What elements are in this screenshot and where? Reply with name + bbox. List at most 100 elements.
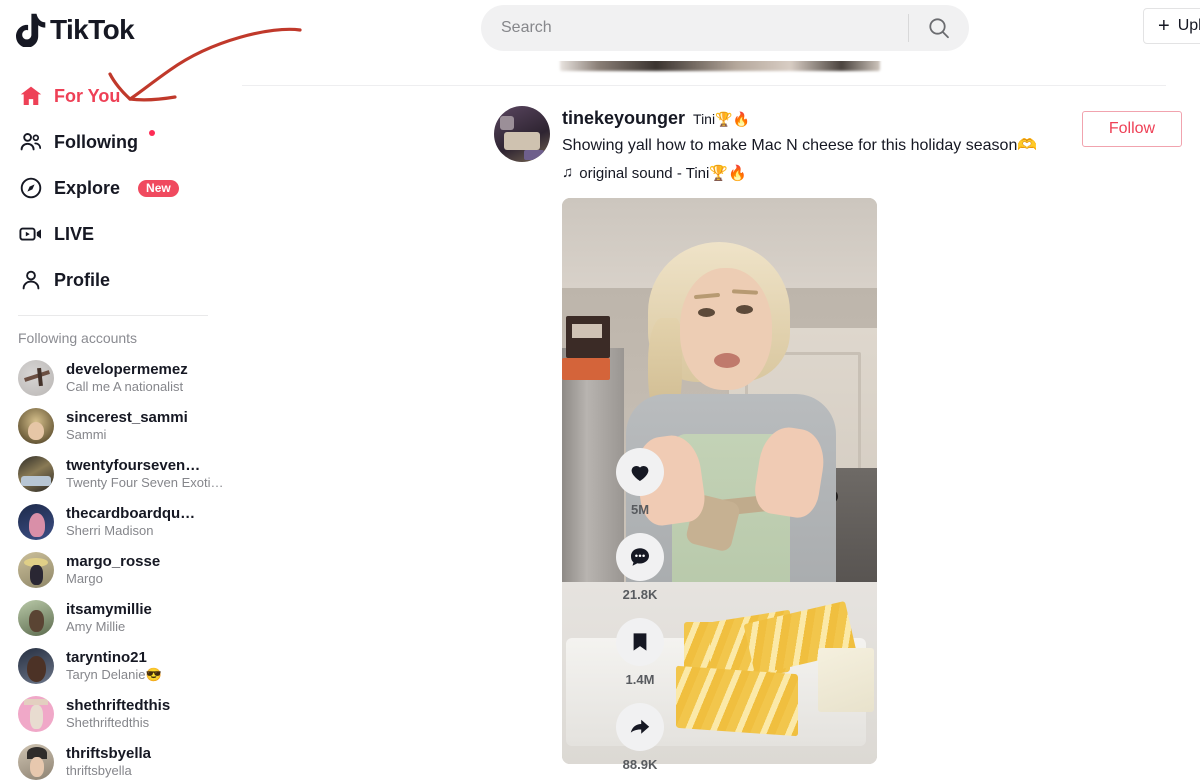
video-row: 5M 21.8K 1.4M 88.9K <box>242 197 1200 772</box>
people-icon <box>18 129 44 155</box>
account-display-name: Amy Millie <box>66 619 126 635</box>
avatar <box>18 360 54 396</box>
list-item[interactable]: twentyfourseven… Twenty Four Seven Exoti… <box>0 450 240 498</box>
heart-icon <box>631 465 649 481</box>
plus-icon: + <box>1158 15 1170 37</box>
bookmark-icon <box>633 632 647 651</box>
avatar <box>18 408 54 444</box>
sidebar-item-for-you[interactable]: For You <box>0 73 240 119</box>
comment-button[interactable] <box>616 532 664 581</box>
avatar <box>18 504 54 540</box>
account-username: taryntino21 <box>66 648 147 666</box>
like-count: 5M <box>630 501 650 517</box>
account-display-name: Shethriftedthis <box>66 715 150 731</box>
tiktok-logo[interactable]: TikTok <box>16 8 135 52</box>
previous-video-thumbnail <box>560 61 880 71</box>
avatar <box>18 600 54 636</box>
sidebar-item-live[interactable]: LIVE <box>0 211 240 257</box>
video-person-brow-right <box>731 288 759 295</box>
video-person-eye-left <box>698 307 715 317</box>
list-item[interactable]: shethriftedthis Shethriftedthis <box>0 690 240 738</box>
search-button[interactable] <box>909 6 969 50</box>
search-input[interactable] <box>481 6 908 50</box>
comment-action[interactable]: 21.8K <box>616 532 664 602</box>
account-display-name: thriftsbyella <box>66 763 132 779</box>
comment-count: 21.8K <box>622 586 658 602</box>
avatar <box>18 456 54 492</box>
account-username: developermemez <box>66 360 188 378</box>
follow-button[interactable]: Follow <box>1082 111 1182 147</box>
list-item[interactable]: thriftsbyella thriftsbyella <box>0 738 240 782</box>
sidebar-item-explore[interactable]: Explore New <box>0 165 240 211</box>
avatar <box>18 552 54 588</box>
sidebar-label-explore: Explore <box>54 177 121 198</box>
music-title: original sound - Tini🏆🔥 <box>579 164 747 182</box>
avatar <box>18 696 54 732</box>
video-cheese-block-white <box>818 647 874 712</box>
account-display-name: Call me A nationalist <box>66 379 184 395</box>
search-icon <box>929 18 949 39</box>
list-item[interactable]: taryntino21 Taryn Delanie😎 <box>0 642 240 690</box>
video-action-bar: 5M 21.8K 1.4M 88.9K <box>616 447 664 772</box>
video-feed: tinekeyounger Tini🏆🔥 Showing yall how to… <box>240 61 1200 782</box>
post-music[interactable]: ♫ original sound - Tini🏆🔥 <box>562 164 1200 182</box>
account-username: shethriftedthis <box>66 696 171 714</box>
share-button[interactable] <box>616 702 664 751</box>
video-cheese-block-front <box>676 665 798 736</box>
like-action[interactable]: 5M <box>616 447 664 517</box>
tiktok-note-icon <box>16 13 46 47</box>
search-bar[interactable] <box>481 5 969 51</box>
upload-button[interactable]: + Upload <box>1143 8 1200 44</box>
share-count: 88.9K <box>622 756 658 772</box>
explore-new-badge: New <box>138 179 179 197</box>
sidebar-label-following: Following <box>54 131 138 152</box>
video-person-eye-right <box>736 304 753 314</box>
home-icon <box>18 83 44 109</box>
list-item[interactable]: developermemez Call me A nationalist <box>0 354 240 402</box>
avatar <box>18 744 54 780</box>
sidebar-item-profile[interactable]: Profile <box>0 257 240 303</box>
account-display-name: Twenty Four Seven Exoti… <box>66 475 224 491</box>
account-display-name: Taryn Delanie😎 <box>66 667 162 683</box>
account-display-name: Sammi <box>66 427 107 443</box>
post-username[interactable]: tinekeyounger <box>562 108 685 129</box>
account-username: thecardboardqu… <box>66 504 196 522</box>
share-action[interactable]: 88.9K <box>616 702 664 772</box>
sidebar-item-following[interactable]: Following <box>0 119 240 165</box>
following-notification-dot <box>148 130 155 136</box>
list-item[interactable]: itsamymillie Amy Millie <box>0 594 240 642</box>
person-icon <box>18 267 44 293</box>
list-item[interactable]: thecardboardqu… Sherri Madison <box>0 498 240 546</box>
account-username: twentyfourseven… <box>66 456 201 474</box>
music-note-icon: ♫ <box>562 164 574 182</box>
following-accounts-title: Following accounts <box>18 330 138 346</box>
top-bar: TikTok + Upload <box>0 0 1200 61</box>
sidebar-label-profile: Profile <box>54 269 111 290</box>
sidebar-label-for-you: For You <box>54 85 121 106</box>
list-item[interactable]: margo_rosse Margo <box>0 546 240 594</box>
list-item[interactable]: sincerest_sammi Sammi <box>0 402 240 450</box>
live-video-icon <box>18 221 44 247</box>
like-button[interactable] <box>616 447 664 496</box>
bookmark-action[interactable]: 1.4M <box>616 617 664 687</box>
compass-icon <box>18 175 44 201</box>
logo-text: TikTok <box>50 14 135 45</box>
avatar[interactable] <box>494 106 550 162</box>
share-arrow-icon <box>630 719 650 734</box>
feed-post: tinekeyounger Tini🏆🔥 Showing yall how to… <box>240 86 1200 772</box>
video-orange-object <box>562 357 610 380</box>
account-display-name: Sherri Madison <box>66 523 154 539</box>
video-person-mouth <box>714 352 740 368</box>
video-person-face <box>680 267 772 390</box>
video-player[interactable] <box>562 197 877 764</box>
account-display-name: Margo <box>66 571 103 587</box>
bookmark-button[interactable] <box>616 617 664 666</box>
tiktok-app: TikTok + Upload <box>0 0 1200 782</box>
post-header: tinekeyounger Tini🏆🔥 Showing yall how to… <box>242 106 1200 182</box>
bookmark-count: 1.4M <box>625 671 655 687</box>
previous-post-partial <box>240 61 1200 85</box>
post-nickname: Tini🏆🔥 <box>693 111 750 127</box>
avatar <box>18 648 54 684</box>
account-username: sincerest_sammi <box>66 408 188 426</box>
sidebar-label-live: LIVE <box>54 223 95 244</box>
